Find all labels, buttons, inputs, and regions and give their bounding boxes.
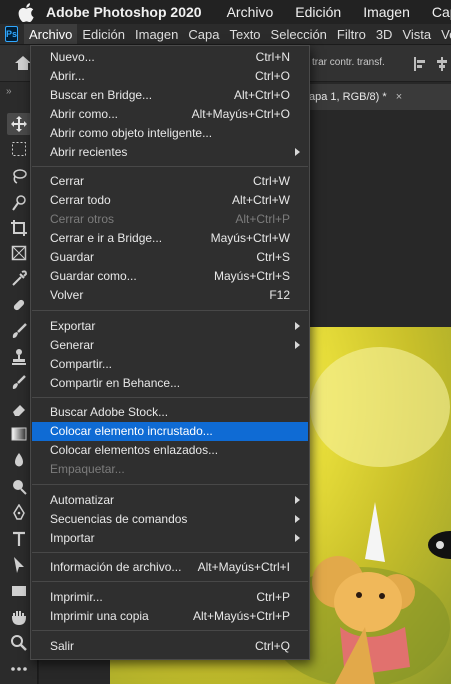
menu-item-generar[interactable]: Generar — [32, 336, 308, 355]
menu-edicion[interactable]: Edición — [77, 24, 130, 44]
apple-logo-icon[interactable] — [18, 1, 34, 23]
healing-brush-tool-icon[interactable] — [7, 294, 31, 316]
menu-item-guardar-como[interactable]: Guardar como... Mayús+Ctrl+S — [32, 267, 308, 286]
menu-item-abrir-recientes[interactable]: Abrir recientes — [32, 143, 308, 162]
menu-item-cerrar-todo[interactable]: Cerrar todo Alt+Ctrl+W — [32, 191, 308, 210]
menu-item-importar[interactable]: Importar — [32, 529, 308, 548]
menu-item-cerrar[interactable]: Cerrar Ctrl+W — [32, 172, 308, 191]
mac-menu-archivo[interactable]: Archivo — [227, 4, 274, 20]
menu-texto[interactable]: Texto — [224, 24, 265, 44]
menu-separator — [32, 397, 308, 398]
type-tool-icon[interactable] — [7, 528, 31, 550]
menu-item-imprimir-copia[interactable]: Imprimir una copia Alt+Mayús+Ctrl+P — [32, 607, 308, 626]
pen-tool-icon[interactable] — [7, 502, 31, 524]
menu-ventana[interactable]: Ven — [436, 24, 451, 44]
menu-item-empaquetar: Empaquetar... — [50, 462, 125, 476]
submenu-arrow-icon — [295, 148, 300, 156]
menu-separator — [32, 166, 308, 167]
panel-collapse-icon[interactable]: » — [6, 86, 12, 97]
menu-item-buscar-adobe-stock[interactable]: Buscar Adobe Stock... — [32, 403, 308, 422]
document-tab-title: apa 1, RGB/8) * — [309, 91, 387, 103]
brush-tool-icon[interactable] — [7, 320, 31, 342]
document-tab[interactable]: apa 1, RGB/8) * × — [309, 84, 451, 110]
photoshop-menu-bar: Ps Archivo Edición Imagen Capa Texto Sel… — [0, 24, 451, 45]
submenu-arrow-icon — [295, 496, 300, 504]
mac-menu-imagen[interactable]: Imagen — [363, 4, 410, 20]
mac-menu-edicion[interactable]: Edición — [295, 4, 341, 20]
gradient-tool-icon[interactable] — [7, 423, 31, 445]
menu-item-volver[interactable]: Volver F12 — [32, 286, 308, 305]
quick-selection-tool-icon[interactable] — [7, 192, 31, 214]
menu-item-cerrar-ir-bridge[interactable]: Cerrar e ir a Bridge... Mayús+Ctrl+W — [32, 229, 308, 248]
show-transform-controls-label[interactable]: trar contr. transf. — [312, 57, 385, 68]
menu-3d[interactable]: 3D — [371, 24, 398, 44]
menu-item-imprimir[interactable]: Imprimir... Ctrl+P — [32, 588, 308, 607]
menu-item-buscar-en-bridge[interactable]: Buscar en Bridge... Alt+Ctrl+O — [32, 86, 308, 105]
menu-archivo[interactable]: Archivo — [24, 24, 78, 44]
clone-stamp-tool-icon[interactable] — [7, 346, 31, 368]
submenu-arrow-icon — [295, 534, 300, 542]
submenu-arrow-icon — [295, 515, 300, 523]
menu-item-colocar-incrustado[interactable]: Colocar elemento incrustado... — [32, 422, 308, 441]
marquee-tool-icon[interactable] — [7, 138, 31, 160]
menu-imagen[interactable]: Imagen — [130, 24, 183, 44]
mac-menu-capa[interactable]: Capa — [432, 4, 451, 20]
menu-item-guardar[interactable]: Guardar Ctrl+S — [32, 248, 308, 267]
menu-vista[interactable]: Vista — [397, 24, 436, 44]
menu-separator — [32, 552, 308, 553]
lasso-tool-icon[interactable] — [7, 165, 31, 187]
menu-filtro[interactable]: Filtro — [332, 24, 371, 44]
more-tools-icon[interactable] — [7, 658, 31, 680]
zoom-tool-icon[interactable] — [7, 632, 31, 654]
close-tab-icon[interactable]: × — [396, 91, 402, 103]
menu-separator — [32, 630, 308, 631]
crop-tool-icon[interactable] — [7, 217, 31, 239]
rectangle-tool-icon[interactable] — [7, 580, 31, 602]
menu-item-cerrar-otros: Cerrar otros Alt+Ctrl+P — [50, 212, 290, 226]
menu-item-compartir-behance[interactable]: Compartir en Behance... — [32, 374, 308, 393]
align-icons[interactable] — [412, 56, 451, 72]
menu-capa[interactable]: Capa — [183, 24, 224, 44]
submenu-arrow-icon — [295, 322, 300, 330]
history-brush-tool-icon[interactable] — [7, 372, 31, 394]
submenu-arrow-icon — [295, 341, 300, 349]
menu-item-compartir[interactable]: Compartir... — [32, 355, 308, 374]
path-selection-tool-icon[interactable] — [7, 554, 31, 576]
menu-item-nuevo[interactable]: Nuevo... Ctrl+N — [32, 48, 308, 67]
hand-tool-icon[interactable] — [7, 606, 31, 628]
menu-item-abrir-como[interactable]: Abrir como... Alt+Mayús+Ctrl+O — [32, 105, 308, 124]
frame-tool-icon[interactable] — [7, 242, 31, 264]
macos-menu-bar: Adobe Photoshop 2020 Archivo Edición Ima… — [0, 0, 451, 24]
archivo-dropdown-menu: Nuevo... Ctrl+N Abrir... Ctrl+O Buscar en … — [30, 45, 310, 660]
menu-item-abrir-objeto-inteligente[interactable]: Abrir como objeto inteligente... — [32, 124, 308, 143]
menu-separator — [32, 484, 308, 485]
menu-item-informacion-archivo[interactable]: Información de archivo... Alt+Mayús+Ctrl+… — [32, 558, 308, 577]
menu-item-salir[interactable]: Salir Ctrl+Q — [32, 637, 308, 656]
mac-menu-app-name[interactable]: Adobe Photoshop 2020 — [46, 4, 202, 20]
menu-item-secuencias-comandos[interactable]: Secuencias de comandos — [32, 510, 308, 529]
eyedropper-tool-icon[interactable] — [7, 268, 31, 290]
ps-logo-icon: Ps — [5, 26, 19, 42]
blur-tool-icon[interactable] — [7, 449, 31, 471]
menu-seleccion[interactable]: Selección — [266, 24, 332, 44]
menu-separator — [32, 581, 308, 582]
menu-separator — [32, 310, 308, 311]
dodge-tool-icon[interactable] — [7, 476, 31, 498]
menu-item-colocar-enlazados[interactable]: Colocar elementos enlazados... — [32, 441, 308, 460]
move-tool-icon[interactable] — [7, 113, 31, 135]
menu-item-automatizar[interactable]: Automatizar — [32, 491, 308, 510]
menu-item-exportar[interactable]: Exportar — [32, 317, 308, 336]
eraser-tool-icon[interactable] — [7, 398, 31, 420]
menu-item-abrir[interactable]: Abrir... Ctrl+O — [32, 67, 308, 86]
